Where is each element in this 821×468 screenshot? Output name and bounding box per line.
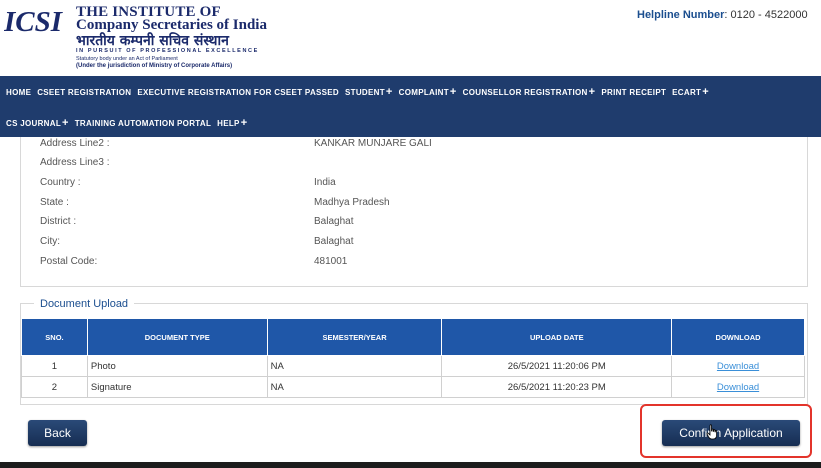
column-header-semester-year: SEMESTER/YEAR	[266, 318, 443, 356]
nav-item-student[interactable]: STUDENT+	[345, 86, 393, 98]
state-value: Madhya Pradesh	[314, 197, 390, 208]
org-subtitle-2: (Under the jurisdiction of Ministry of C…	[76, 63, 233, 69]
district-label: District :	[40, 216, 77, 227]
hand-cursor-icon	[706, 424, 717, 440]
nav-item-executive-registration[interactable]: EXECUTIVE REGISTRATION FOR CSEET PASSED	[137, 88, 339, 97]
plus-icon: +	[588, 86, 596, 98]
city-label: City:	[40, 236, 60, 247]
plus-icon: +	[449, 86, 457, 98]
address-line2-value: KANKAR MUNJARE GALI	[314, 138, 432, 149]
org-tagline: IN PURSUIT OF PROFESSIONAL EXCELLENCE	[76, 48, 259, 54]
cell-download: Download	[671, 355, 805, 377]
document-upload-legend: Document Upload	[34, 298, 135, 310]
cell-sno: 1	[21, 355, 88, 377]
cell-download: Download	[671, 376, 805, 398]
nav-item-print-receipt[interactable]: PRINT RECEIPT	[601, 88, 666, 97]
table-header-row: SNO. DOCUMENT TYPE SEMESTER/YEAR UPLOAD …	[21, 318, 805, 356]
bottom-bar	[0, 462, 821, 468]
nav-item-help[interactable]: HELP+	[217, 117, 247, 129]
nav-item-cs-journal[interactable]: CS JOURNAL+	[6, 117, 69, 129]
confirm-application-button[interactable]: Confirm Application	[662, 420, 800, 446]
helpline: Helpline Number: 0120 - 4522000	[637, 9, 808, 21]
district-value: Balaghat	[314, 216, 354, 227]
column-header-download: DOWNLOAD	[671, 318, 805, 356]
country-label: Country :	[40, 177, 81, 188]
address-line2-label: Address Line2 :	[40, 138, 110, 149]
plus-icon: +	[62, 117, 69, 129]
site-header: ICSI THE INSTITUTE OF Company Secretarie…	[0, 0, 821, 76]
cell-upload-date: 26/5/2021 11:20:06 PM	[441, 355, 673, 377]
cell-document-type: Signature	[86, 376, 268, 398]
helpline-label: Helpline Number	[637, 9, 725, 21]
postal-code-value: 481001	[314, 256, 348, 267]
nav-row-1: HOME CSEET REGISTRATION EXECUTIVE REGIST…	[6, 84, 715, 100]
postal-code-label: Postal Code:	[40, 256, 98, 267]
state-label: State :	[40, 197, 69, 208]
icsi-logo: ICSI	[4, 6, 64, 36]
column-header-sno: SNO.	[21, 318, 88, 356]
cell-semester: NA	[266, 355, 443, 377]
nav-item-ecart[interactable]: ECART+	[672, 86, 709, 98]
back-button[interactable]: Back	[28, 420, 87, 446]
cell-upload-date: 26/5/2021 11:20:23 PM	[441, 376, 673, 398]
plus-icon: +	[702, 86, 709, 98]
address-line3-label: Address Line3 :	[40, 157, 110, 168]
documents-table: SNO. DOCUMENT TYPE SEMESTER/YEAR UPLOAD …	[21, 318, 805, 398]
nav-item-training-automation-portal[interactable]: TRAINING AUTOMATION PORTAL	[75, 119, 211, 128]
download-link[interactable]: Download	[717, 382, 759, 393]
nav-item-complaint[interactable]: COMPLAINT+	[399, 86, 457, 98]
table-row: 2 Signature NA 26/5/2021 11:20:23 PM Dow…	[21, 376, 805, 398]
plus-icon: +	[240, 117, 248, 129]
address-panel	[20, 137, 808, 287]
column-header-document-type: DOCUMENT TYPE	[86, 318, 268, 356]
nav-row-2: CS JOURNAL+ TRAINING AUTOMATION PORTAL H…	[6, 115, 253, 131]
nav-item-cseet-registration[interactable]: CSEET REGISTRATION	[37, 88, 131, 97]
org-subtitle-1: Statutory body under an Act of Parliamen…	[76, 56, 178, 62]
nav-item-home[interactable]: HOME	[6, 88, 31, 97]
nav-item-counsellor-registration[interactable]: COUNSELLOR REGISTRATION+	[463, 86, 596, 98]
cell-document-type: Photo	[86, 355, 268, 377]
download-link[interactable]: Download	[717, 361, 759, 372]
table-row: 1 Photo NA 26/5/2021 11:20:06 PM Downloa…	[21, 355, 805, 377]
cell-semester: NA	[266, 376, 443, 398]
svg-text:ICSI: ICSI	[4, 6, 64, 36]
column-header-upload-date: UPLOAD DATE	[441, 318, 673, 356]
plus-icon: +	[385, 86, 393, 98]
helpline-number: : 0120 - 4522000	[724, 9, 808, 21]
cell-sno: 2	[21, 376, 88, 398]
country-value: India	[314, 177, 336, 188]
city-value: Balaghat	[314, 236, 354, 247]
